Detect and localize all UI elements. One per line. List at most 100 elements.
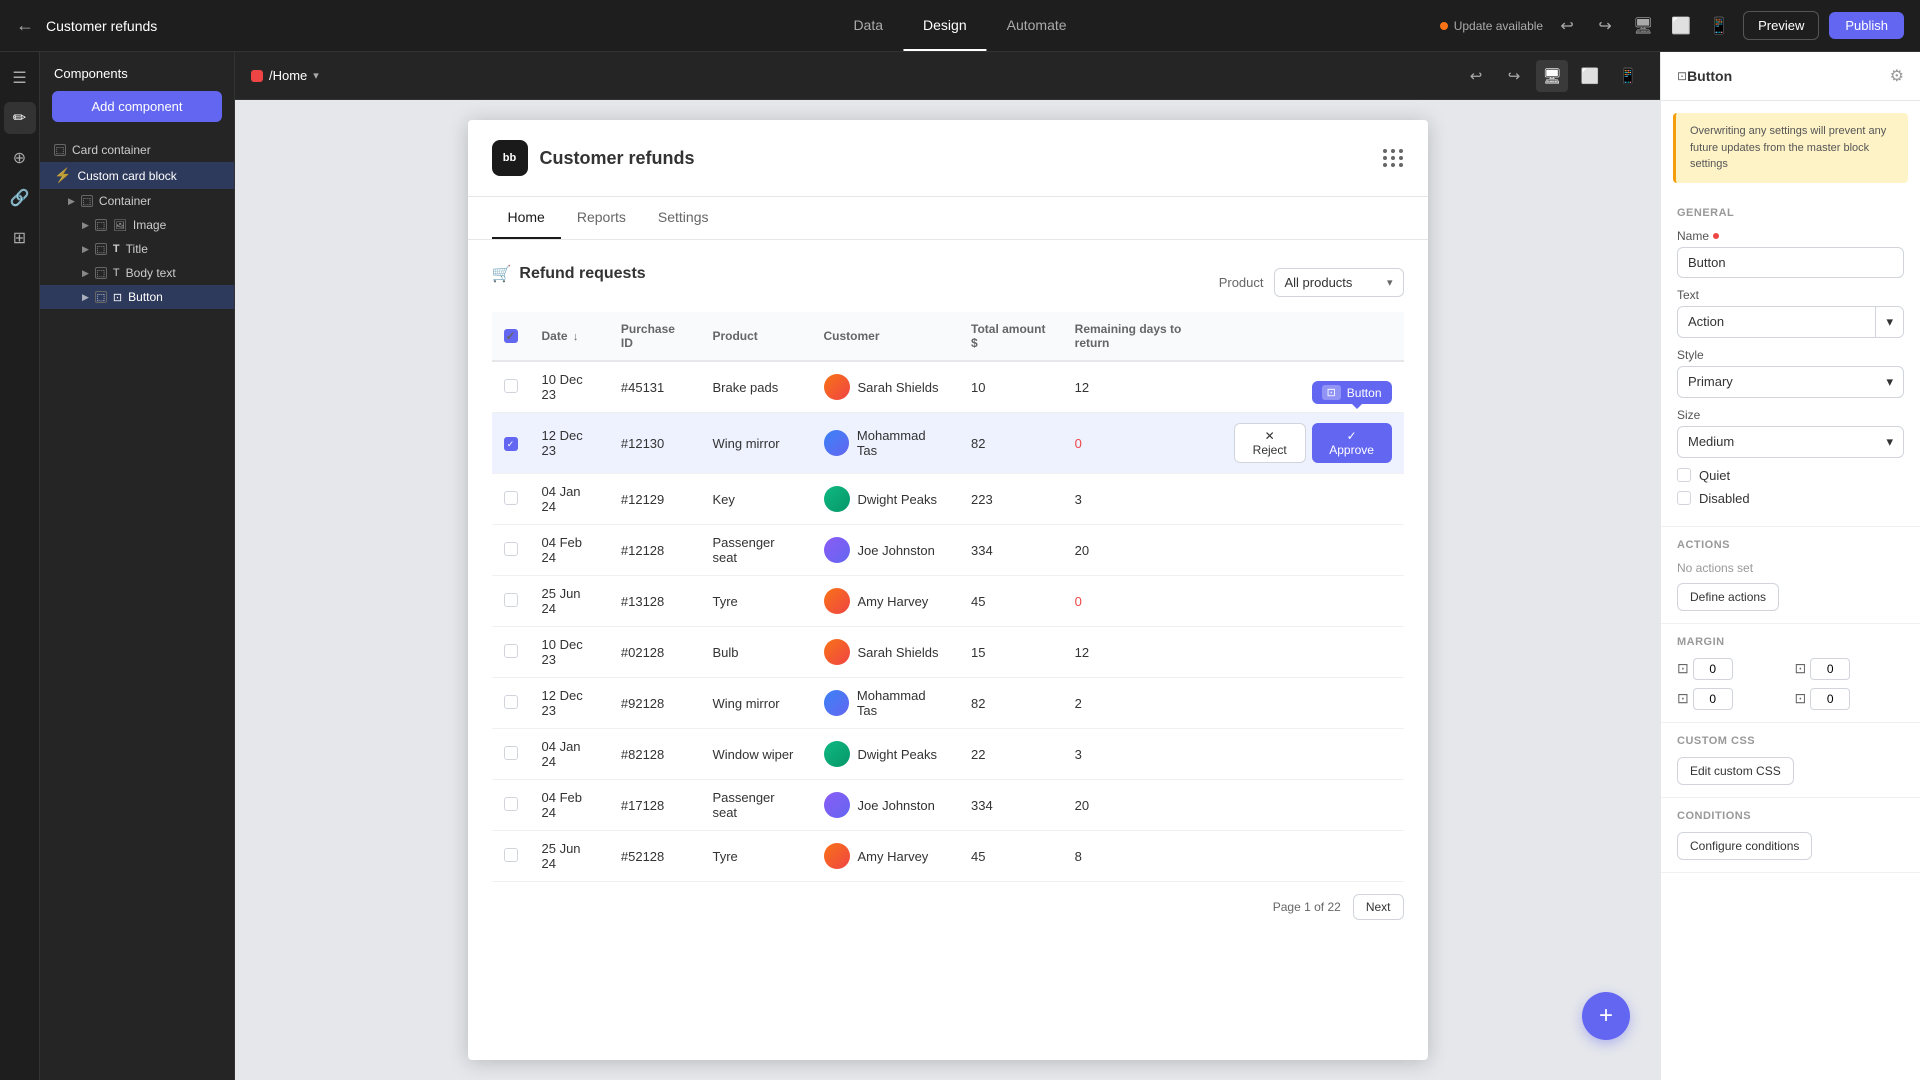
header-checkbox[interactable]: ✓ <box>504 329 518 343</box>
row-checkbox[interactable] <box>504 593 518 607</box>
style-select[interactable]: Primary ▾ <box>1677 366 1904 398</box>
row-checkbox[interactable] <box>504 797 518 811</box>
reject-button[interactable]: ✕ Reject <box>1234 423 1306 463</box>
field-name: Name <box>1677 229 1904 278</box>
customer-cell: Sarah Shields <box>824 374 948 400</box>
tree-item-body-text[interactable]: ▶ ⬚ T Body text <box>40 261 234 285</box>
avatar <box>824 792 850 818</box>
size-chevron-icon: ▾ <box>1886 434 1893 450</box>
customer-cell: Dwight Peaks <box>824 741 948 767</box>
row-checkbox[interactable] <box>504 746 518 760</box>
sidebar-icon-edit[interactable]: ✏ <box>4 102 36 134</box>
tree-label-image: Image <box>133 218 166 232</box>
fab-button[interactable]: + <box>1582 992 1630 1040</box>
tablet-icon[interactable]: ⬜ <box>1667 12 1695 40</box>
grid-dots-icon[interactable] <box>1383 149 1404 167</box>
text-input[interactable] <box>1678 307 1875 337</box>
tree-item-container[interactable]: ▶ ⬚ Container <box>40 189 234 213</box>
define-actions-button[interactable]: Define actions <box>1677 583 1779 611</box>
desktop-canvas-icon[interactable]: 🖥 <box>1536 60 1568 92</box>
customer-cell: Amy Harvey <box>824 588 948 614</box>
row-checkbox[interactable] <box>504 644 518 658</box>
tree-item-image[interactable]: ▶ ⬚ 🖼 Image <box>40 213 234 237</box>
sidebar-icon-link[interactable]: 🔗 <box>4 182 36 214</box>
data-table: ✓ Date ↓ Purchase ID Product Customer To… <box>492 312 1404 882</box>
row-checkbox[interactable] <box>504 379 518 393</box>
tablet-canvas-icon[interactable]: ⬜ <box>1574 60 1606 92</box>
desktop-icon[interactable]: 🖥 <box>1629 12 1657 40</box>
margin-left-input[interactable] <box>1810 688 1850 710</box>
tree-label-button: Button <box>128 290 163 304</box>
filter-area: Product All products ▾ <box>1219 268 1404 297</box>
undo-canvas-icon[interactable]: ↩ <box>1460 60 1492 92</box>
margin-top-input[interactable] <box>1693 658 1733 680</box>
quiet-label: Quiet <box>1699 468 1730 483</box>
table-row: 04 Feb 24 #12128 Passenger seat Joe John… <box>492 525 1404 576</box>
topbar-tabs: Data Design Automate <box>833 1 1086 51</box>
topbar-right: Update available ↩ ↪ 🖥 ⬜ 📱 Preview Publi… <box>1440 11 1904 40</box>
page-logo: bb <box>492 140 528 176</box>
sidebar-icon-menu[interactable]: ☰ <box>4 62 36 94</box>
edit-css-button[interactable]: Edit custom CSS <box>1677 757 1794 785</box>
col-total: Total amount $ <box>959 312 1063 361</box>
tree-item-card-container[interactable]: ⬚ Card container <box>40 138 234 162</box>
publish-button[interactable]: Publish <box>1829 12 1904 39</box>
page-title: Customer refunds <box>540 148 1371 169</box>
mobile-canvas-icon[interactable]: 📱 <box>1612 60 1644 92</box>
margin-right-input[interactable] <box>1810 658 1850 680</box>
tree-check-title: ⬚ <box>95 243 107 255</box>
tab-design[interactable]: Design <box>903 1 987 51</box>
preview-button[interactable]: Preview <box>1743 11 1819 40</box>
tree-expand-body: ▶ <box>82 268 89 279</box>
back-button[interactable]: ← <box>16 15 34 36</box>
add-component-button[interactable]: Add component <box>52 91 222 122</box>
canvas-scroll: bb Customer refunds Home Reports Setting… <box>235 100 1660 1080</box>
filter-select[interactable]: All products ▾ <box>1274 268 1404 297</box>
name-input[interactable] <box>1677 247 1904 278</box>
section-conditions-title: CONDITIONS <box>1677 810 1904 822</box>
row-checkbox[interactable] <box>504 848 518 862</box>
margin-grid: ⊡ ⊡ ⊡ ⊡ <box>1677 658 1904 710</box>
row-checkbox[interactable] <box>504 491 518 505</box>
tab-data[interactable]: Data <box>833 1 903 51</box>
settings-icon[interactable]: ⚙ <box>1890 66 1904 86</box>
nav-tab-home[interactable]: Home <box>492 197 561 239</box>
size-select[interactable]: Medium ▾ <box>1677 426 1904 458</box>
section-actions-title: ACTIONS <box>1677 539 1904 551</box>
no-actions-text: No actions set <box>1677 561 1904 575</box>
margin-bottom: ⊡ <box>1677 688 1787 710</box>
tree-label-custom-card: Custom card block <box>77 169 176 183</box>
col-purchase-id: Purchase ID <box>609 312 701 361</box>
tab-automate[interactable]: Automate <box>987 1 1087 51</box>
text-select-container: ▾ <box>1677 306 1904 338</box>
button-tree-icon: ⊡ <box>113 291 122 304</box>
filter-chevron-icon: ▾ <box>1387 276 1393 289</box>
margin-bottom-input[interactable] <box>1693 688 1733 710</box>
disabled-checkbox[interactable] <box>1677 491 1691 505</box>
tree-item-title[interactable]: ▶ ⬚ T Title <box>40 237 234 261</box>
tree-label-card-container: Card container <box>72 143 151 157</box>
redo-icon[interactable]: ↪ <box>1591 12 1619 40</box>
mobile-icon[interactable]: 📱 <box>1705 12 1733 40</box>
row-checkbox[interactable] <box>504 695 518 709</box>
sidebar-icon-add[interactable]: ⊕ <box>4 142 36 174</box>
configure-conditions-button[interactable]: Configure conditions <box>1677 832 1812 860</box>
redo-canvas-icon[interactable]: ↪ <box>1498 60 1530 92</box>
row-checkbox[interactable] <box>504 542 518 556</box>
text-label: Text <box>1677 288 1904 302</box>
nav-tab-settings[interactable]: Settings <box>642 197 725 239</box>
nav-tab-reports[interactable]: Reports <box>561 197 642 239</box>
tree-label-title: Title <box>126 242 148 256</box>
quiet-checkbox[interactable] <box>1677 468 1691 482</box>
tree-check-image: ⬚ <box>95 219 107 231</box>
tree-item-custom-card[interactable]: ⚡ Custom card block <box>40 162 234 189</box>
section-icon: 🛒 <box>492 264 512 284</box>
approve-button[interactable]: ✓ Approve <box>1312 423 1392 463</box>
sidebar-icon-grid[interactable]: ⊞ <box>4 222 36 254</box>
next-button[interactable]: Next <box>1353 894 1404 920</box>
text-chevron[interactable]: ▾ <box>1875 307 1903 337</box>
row-checkbox[interactable]: ✓ <box>504 437 518 451</box>
undo-icon[interactable]: ↩ <box>1553 12 1581 40</box>
section-general-title: GENERAL <box>1677 207 1904 219</box>
tree-item-button[interactable]: ▶ ⬚ ⊡ Button <box>40 285 234 309</box>
